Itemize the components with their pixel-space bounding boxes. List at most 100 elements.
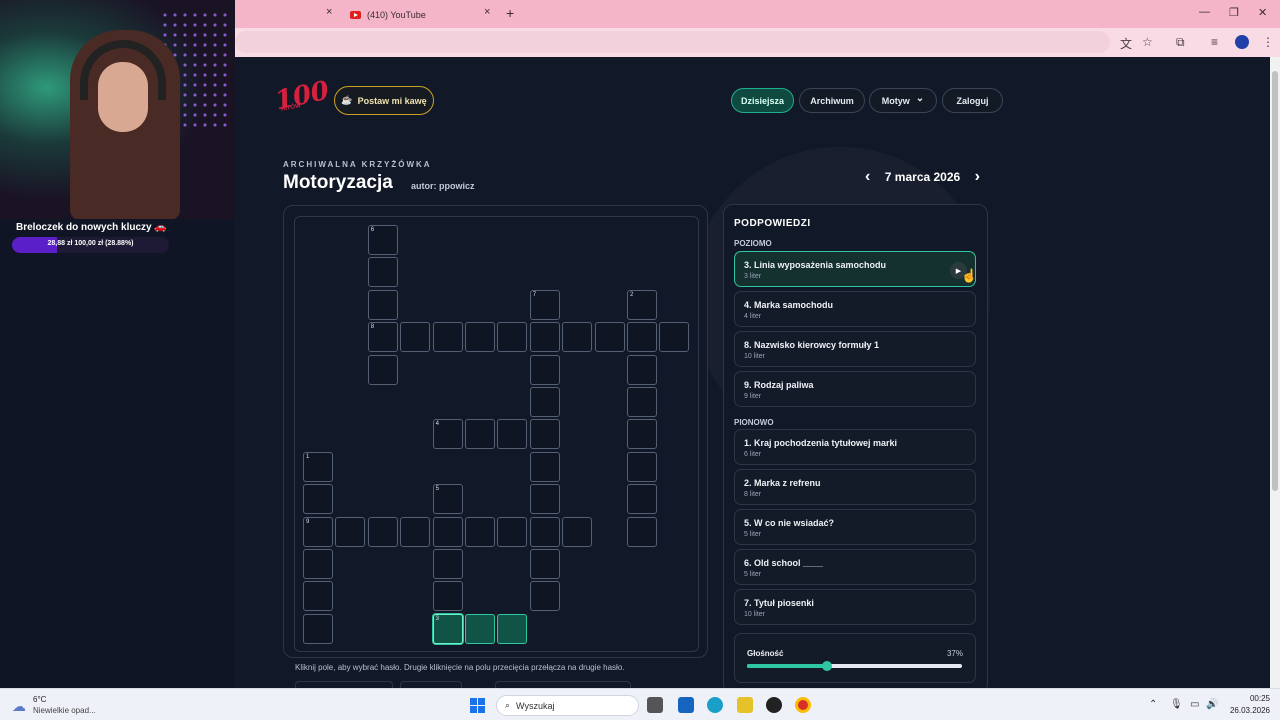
taskbar-time[interactable]: 00:25 [1238, 694, 1270, 703]
next-date-button[interactable]: › [975, 168, 980, 186]
volume-icon[interactable]: 🔊 [1206, 699, 1218, 710]
grid-cell[interactable] [303, 581, 333, 612]
grid-cell[interactable]: 1 [303, 451, 333, 482]
grid-cell[interactable] [497, 516, 528, 547]
grid-cell[interactable] [529, 549, 560, 579]
grid-cell[interactable] [627, 451, 657, 482]
grid-cell[interactable] [627, 484, 657, 515]
grid-cell[interactable]: 7 [529, 289, 560, 320]
grid-cell[interactable] [400, 516, 431, 547]
grid-cell[interactable] [627, 419, 657, 450]
star-icon[interactable]: ☆ [1142, 35, 1153, 49]
obs-icon[interactable] [766, 697, 782, 713]
clue-across-9[interactable]: 9. Rodzaj paliwa 9 liter [734, 371, 976, 407]
nav-today-button[interactable]: Dzisiejsza [731, 88, 794, 113]
clue-across-8[interactable]: 8. Nazwisko kierowcy formuły 1 10 liter [734, 331, 976, 367]
profile-icon[interactable] [1235, 35, 1249, 49]
grid-cell[interactable] [529, 581, 560, 612]
weather-temperature[interactable]: 6°C [33, 695, 46, 704]
grid-cell[interactable]: 4 [432, 419, 463, 450]
clue-across-3[interactable]: 3. Linia wyposażenia samochodu 3 liter ▶… [734, 251, 977, 287]
grid-cell[interactable] [529, 322, 560, 353]
grid-cell[interactable] [627, 322, 657, 353]
clue-down-7[interactable]: 7. Tytuł piosenki 10 liter [734, 589, 976, 625]
grid-cell[interactable] [432, 549, 463, 579]
grid-cell[interactable] [562, 322, 593, 353]
tray-chevron-icon[interactable]: ⌃ [1149, 699, 1157, 710]
grid-cell[interactable] [465, 419, 495, 450]
grid-cell[interactable] [497, 322, 528, 353]
grid-cell[interactable] [529, 419, 560, 450]
grid-cell[interactable]: 3 [432, 613, 463, 644]
grid-cell[interactable] [432, 322, 463, 353]
grid-cell[interactable] [465, 516, 495, 547]
grid-cell[interactable] [367, 289, 398, 320]
control-box[interactable] [400, 681, 462, 688]
weather-description[interactable]: Niewielkie opad... [33, 706, 96, 715]
windows-icon[interactable] [470, 698, 485, 713]
grid-cell[interactable] [562, 516, 593, 547]
grid-cell[interactable] [627, 387, 657, 417]
grid-cell[interactable]: 2 [627, 289, 657, 320]
grid-cell[interactable] [465, 613, 495, 644]
grid-cell[interactable] [529, 484, 560, 515]
grid-cell[interactable] [627, 516, 657, 547]
scrollbar-thumb[interactable] [1272, 71, 1278, 491]
grid-cell[interactable] [303, 549, 333, 579]
edge-icon[interactable] [707, 697, 723, 713]
close-window-button[interactable]: ✕ [1258, 6, 1267, 19]
grid-cell[interactable] [659, 322, 690, 353]
network-icon[interactable]: ▭ [1190, 699, 1199, 710]
grid-cell[interactable] [465, 322, 495, 353]
volume-knob[interactable] [821, 661, 832, 671]
grid-cell[interactable]: 5 [432, 484, 463, 515]
chrome-icon[interactable] [795, 697, 811, 713]
tab-close-icon[interactable]: × [326, 6, 332, 18]
microphone-icon[interactable]: 🎙 [1170, 699, 1183, 710]
grid-cell[interactable] [303, 613, 333, 644]
grid-cell[interactable] [497, 613, 528, 644]
grid-cell[interactable] [367, 257, 398, 288]
grid-cell[interactable] [529, 516, 560, 547]
restore-button[interactable]: ❐ [1229, 6, 1239, 19]
tab-youtube[interactable]: (410) YouTube [350, 4, 426, 26]
volume-slider[interactable] [747, 661, 962, 671]
grid-cell[interactable] [594, 322, 625, 353]
weather-icon[interactable]: ☁ [12, 698, 26, 715]
grid-cell[interactable] [432, 581, 463, 612]
grid-cell[interactable]: 6 [367, 225, 398, 255]
grid-cell[interactable] [432, 516, 463, 547]
grid-cell[interactable] [367, 516, 398, 547]
clue-down-1[interactable]: 1. Kraj pochodzenia tytułowej marki 6 li… [734, 429, 976, 465]
grid-cell[interactable] [627, 354, 657, 385]
outlook-icon[interactable] [678, 697, 694, 713]
grid-cell[interactable] [303, 484, 333, 515]
grid-cell[interactable] [529, 451, 560, 482]
taskbar-date[interactable]: 26.03.2026 [1222, 706, 1270, 715]
clue-down-2[interactable]: 2. Marka z refrenu 8 liter [734, 469, 976, 505]
grid-cell[interactable] [400, 322, 431, 353]
grid-cell[interactable] [497, 419, 528, 450]
control-box[interactable] [295, 681, 393, 688]
address-bar[interactable] [235, 31, 1110, 53]
clue-down-6[interactable]: 6. Old school ____ 5 liter [734, 549, 976, 585]
extensions-icon[interactable]: ⧉ [1176, 35, 1185, 50]
nav-login-button[interactable]: Zaloguj [942, 88, 1003, 113]
menu-icon[interactable]: ⋮ [1262, 35, 1274, 49]
control-box[interactable] [495, 681, 631, 688]
tab-youtube-close-icon[interactable]: × [484, 6, 490, 18]
nav-archive-button[interactable]: Archiwum [799, 88, 865, 113]
buy-coffee-button[interactable]: ☕ Postaw mi kawę [334, 86, 434, 115]
grid-cell[interactable] [367, 354, 398, 385]
minimize-button[interactable]: — [1199, 6, 1210, 18]
media-icon[interactable]: ≡ [1211, 35, 1218, 49]
grid-cell[interactable] [529, 387, 560, 417]
file-explorer-icon[interactable] [647, 697, 663, 713]
translate-icon[interactable]: 文 [1120, 35, 1132, 52]
taskbar-search[interactable]: ⌕ Wyszukaj [496, 695, 639, 716]
page-scrollbar[interactable] [1270, 57, 1280, 688]
nav-theme-button[interactable]: Motyw ⌄ [869, 88, 937, 113]
clue-down-5[interactable]: 5. W co nie wsiadać? 5 liter [734, 509, 976, 545]
grid-cell[interactable] [335, 516, 366, 547]
new-tab-button[interactable]: + [506, 5, 514, 21]
